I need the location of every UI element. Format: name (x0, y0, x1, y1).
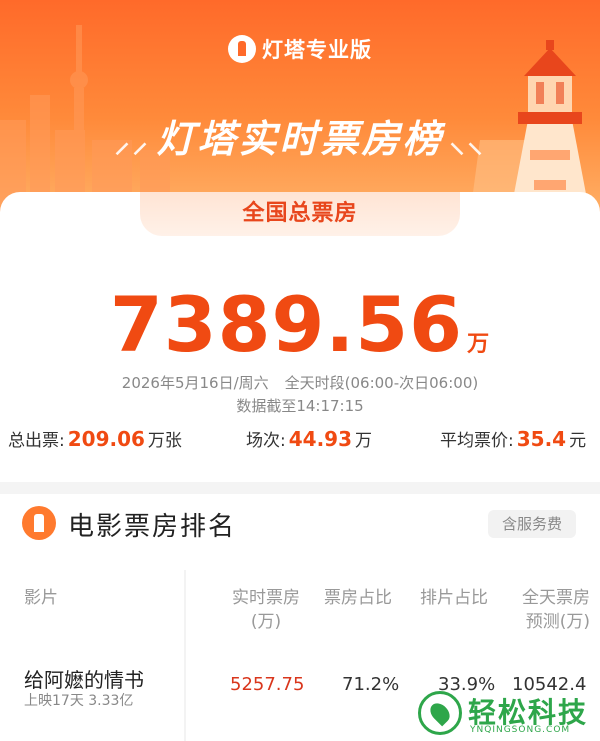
stat-avg-price-value: 35.4 (516, 427, 567, 451)
date-period-line: 2026年5月16日/周六 全天时段(06:00-次日06:00) (0, 372, 600, 393)
site-watermark: 轻松科技 YNQINGSONG.COM (418, 691, 596, 737)
column-header-realtime-line2: (万) (250, 612, 282, 632)
film-release-info: 上映17天 3.33亿 (24, 693, 134, 709)
column-header-forecast[interactable]: 全天票房 预测(万) (510, 586, 590, 634)
period-text: 全天时段(06:00-次日06:00) (284, 374, 479, 392)
column-header-forecast-line2: 预测(万) (525, 612, 590, 632)
ranking-header: 电影票房排名 含服务费 (0, 494, 600, 554)
stat-avg-price: 平均票价: 35.4 元 (440, 426, 586, 451)
right-laurel-icon: ⸜⸜ (449, 125, 486, 160)
stat-shows-label: 场次: (246, 431, 286, 451)
film-title: 给阿嬷的情书 (24, 668, 144, 692)
section-divider (0, 482, 600, 494)
column-header-realtime-line1: 实时票房 (232, 588, 300, 608)
stat-shows: 场次: 44.93 万 (246, 426, 372, 451)
data-cutoff-time: 数据截至14:17:15 (236, 397, 364, 415)
service-fee-toggle[interactable]: 含服务费 (488, 510, 576, 538)
realtime-box-office: 5257.75 (230, 674, 305, 695)
column-divider (184, 570, 186, 741)
page-title: ⸝⸝ 灯塔实时票房榜 ⸜⸜ (0, 108, 600, 163)
column-header-show-share[interactable]: 排片占比 (420, 586, 488, 610)
stat-tickets: 总出票: 209.06 万张 (8, 426, 182, 451)
column-header-film[interactable]: 影片 (24, 586, 58, 610)
date-text: 2026年5月16日/周六 (121, 374, 269, 392)
leaf-logo-icon (418, 691, 462, 735)
header-banner: 灯塔专业版 ⸝⸝ 灯塔实时票房榜 ⸜⸜ (0, 0, 600, 215)
lighthouse-logo-icon (22, 506, 56, 540)
left-laurel-icon: ⸝⸝ (114, 125, 151, 160)
stat-tickets-value: 209.06 (67, 427, 145, 451)
watermark-subtext: YNQINGSONG.COM (470, 725, 571, 735)
stat-avg-price-unit: 元 (569, 431, 587, 451)
column-header-forecast-line1: 全天票房 (522, 588, 590, 608)
stat-tickets-label: 总出票: (8, 431, 65, 451)
stat-avg-price-label: 平均票价: (440, 431, 514, 451)
total-box-office-unit: 万 (467, 332, 491, 357)
tab-national-total[interactable]: 全国总票房 (140, 192, 460, 236)
stat-shows-unit: 万 (355, 431, 372, 451)
column-header-box-share[interactable]: 票房占比 (324, 586, 392, 610)
stat-shows-value: 44.93 (288, 427, 352, 451)
summary-stats: 总出票: 209.06 万张 场次: 44.93 万 平均票价: 35.4 元 (0, 426, 600, 456)
stat-tickets-unit: 万张 (147, 431, 182, 451)
box-office-share: 71.2% (342, 674, 400, 695)
page-title-text: 灯塔实时票房榜 (156, 117, 444, 161)
brand-title: 灯塔专业版 (0, 34, 600, 65)
total-box-office: 7389.56 万 (0, 280, 600, 369)
box-office-summary-card: 全国总票房 7389.56 万 2026年5月16日/周六 全天时段(06:00-次… (0, 192, 600, 482)
brand-name: 灯塔专业版 (262, 38, 372, 62)
lighthouse-logo-icon (228, 35, 256, 63)
total-box-office-value: 7389.56 (109, 280, 464, 369)
column-header-realtime[interactable]: 实时票房 (万) (226, 586, 306, 634)
ranking-title: 电影票房排名 (68, 512, 237, 542)
